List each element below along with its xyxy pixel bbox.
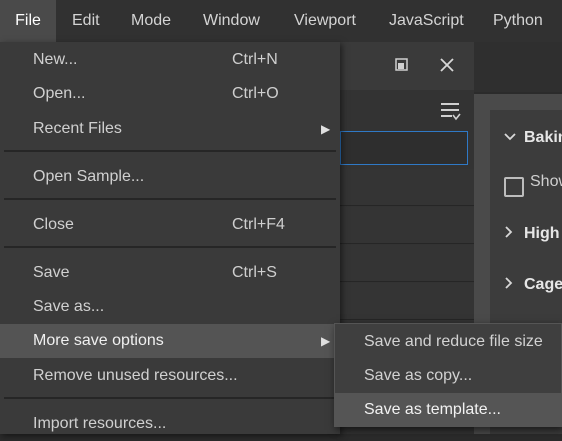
menu-javascript[interactable]: JavaScript xyxy=(389,0,464,42)
menu-item-remove-unused-resources[interactable]: Remove unused resources... xyxy=(0,359,340,393)
chevron-right-icon xyxy=(504,262,524,308)
close-icon[interactable] xyxy=(439,57,455,78)
shortcut-label: Ctrl+F4 xyxy=(232,216,285,233)
show-checkbox[interactable] xyxy=(504,177,524,197)
menu-bar: File Edit Mode Window Viewport JavaScrip… xyxy=(0,0,562,42)
background-toolbar xyxy=(474,42,562,92)
triangle-right-icon: ▶ xyxy=(321,334,331,348)
menu-item-label: Save and reduce file size xyxy=(364,333,543,350)
section-cage-label: Cage xyxy=(524,276,562,293)
save-options-submenu: Save and reduce file size Save as copy..… xyxy=(334,323,562,427)
restore-window-icon[interactable] xyxy=(395,58,409,77)
menu-item-label: Import resources... xyxy=(33,415,167,432)
submenu-item-save-as-template[interactable]: Save as template... xyxy=(335,393,561,427)
menu-item-label: Save as template... xyxy=(364,401,501,418)
submenu-item-save-as-copy[interactable]: Save as copy... xyxy=(335,359,561,393)
menu-item-label: Save xyxy=(33,264,70,281)
section-high-label: High xyxy=(524,225,560,242)
menu-separator xyxy=(4,150,336,152)
menu-item-open[interactable]: Open... Ctrl+O xyxy=(0,77,340,111)
menu-edit[interactable]: Edit xyxy=(72,0,100,42)
chevron-down-icon xyxy=(504,115,524,161)
show-checkbox-label: Show xyxy=(530,173,562,190)
menu-file[interactable]: File xyxy=(0,0,56,42)
menu-item-new[interactable]: New... Ctrl+N xyxy=(0,43,340,77)
menu-item-close[interactable]: Close Ctrl+F4 xyxy=(0,208,340,242)
section-cage[interactable]: Cage xyxy=(490,262,562,308)
menu-separator xyxy=(4,397,336,399)
menu-item-label: New... xyxy=(33,51,78,68)
shortcut-label: Ctrl+N xyxy=(232,51,278,68)
menu-item-save-as[interactable]: Save as... xyxy=(0,290,340,324)
section-baking[interactable]: Baking xyxy=(490,115,562,161)
filter-list-icon[interactable] xyxy=(440,102,462,127)
menu-item-label: Open... xyxy=(33,85,86,102)
menu-item-more-save-options[interactable]: More save options ▶ xyxy=(0,324,340,358)
submenu-item-save-reduce-size[interactable]: Save and reduce file size xyxy=(335,325,561,359)
menu-item-label: More save options xyxy=(33,332,164,349)
menu-item-label: Recent Files xyxy=(33,120,122,137)
menu-window[interactable]: Window xyxy=(203,0,260,42)
triangle-right-icon: ▶ xyxy=(321,122,331,136)
menu-mode[interactable]: Mode xyxy=(131,0,171,42)
menu-item-save[interactable]: Save Ctrl+S xyxy=(0,256,340,290)
menu-item-label: Save as... xyxy=(33,298,105,315)
section-baking-label: Baking xyxy=(524,129,562,146)
menu-item-label: Close xyxy=(33,216,74,233)
menu-item-recent-files[interactable]: Recent Files ▶ xyxy=(0,112,340,146)
section-high[interactable]: High xyxy=(490,211,562,257)
menu-item-open-sample[interactable]: Open Sample... xyxy=(0,160,340,194)
background-row[interactable] xyxy=(340,207,474,244)
background-row[interactable] xyxy=(340,169,474,206)
menu-viewport[interactable]: Viewport xyxy=(294,0,356,42)
menu-separator xyxy=(4,246,336,248)
file-menu: New... Ctrl+N Open... Ctrl+O Recent File… xyxy=(0,42,340,434)
menu-item-import-resources[interactable]: Import resources... xyxy=(0,407,340,441)
background-row[interactable] xyxy=(340,283,474,320)
menu-item-label: Open Sample... xyxy=(33,168,145,185)
background-row[interactable] xyxy=(340,245,474,282)
menu-separator xyxy=(4,198,336,200)
menu-item-label: Save as copy... xyxy=(364,367,473,384)
shortcut-label: Ctrl+O xyxy=(232,85,279,102)
shortcut-label: Ctrl+S xyxy=(232,264,277,281)
background-selected-row[interactable] xyxy=(340,131,468,165)
chevron-right-icon xyxy=(504,211,524,257)
menu-python[interactable]: Python xyxy=(493,0,543,42)
menu-item-label: Remove unused resources... xyxy=(33,367,238,384)
